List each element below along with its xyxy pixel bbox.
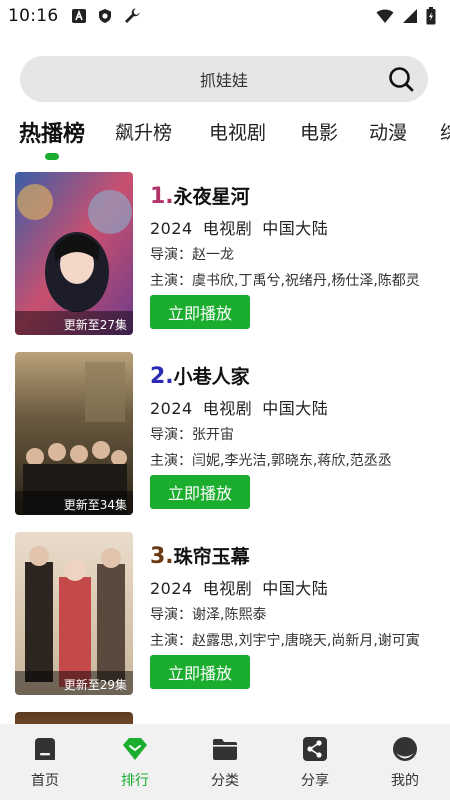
rank-number: 1.: [150, 184, 174, 209]
nav-profile[interactable]: 我的: [360, 724, 450, 800]
status-bar: 10:16: [0, 0, 450, 32]
play-now-button[interactable]: 立即播放: [150, 655, 250, 689]
region: 中国大陆: [262, 579, 329, 598]
region: 中国大陆: [262, 399, 329, 418]
director: 导演：谢泽,陈熙泰: [150, 607, 267, 623]
year: 2024: [150, 579, 193, 598]
episode-badge: 更新至34集: [15, 491, 133, 515]
poster-image[interactable]: 更新至34集: [15, 352, 133, 515]
title-text[interactable]: 永夜星河: [174, 186, 250, 208]
profile-icon: [393, 737, 417, 761]
title-text[interactable]: 小巷人家: [174, 366, 250, 388]
nav-label: 分类: [211, 773, 239, 789]
item-title[interactable]: 1.永夜星河: [150, 182, 250, 209]
folder-icon: [213, 739, 237, 760]
home-icon: [35, 738, 55, 760]
list-item[interactable]: 更新至27集 1.永夜星河 2024 电视剧 中国大陆 导演：赵一龙 主演：虞书欣,…: [0, 172, 450, 336]
tab-indicator: [45, 153, 59, 160]
list-item[interactable]: 更新至29集 3.珠帘玉幕 2024 电视剧 中国大陆 导演：谢泽,陈熙泰 主演：赵…: [0, 532, 450, 696]
search-icon[interactable]: [388, 66, 414, 92]
search-bar[interactable]: 抓娃娃: [20, 56, 428, 102]
poster-image[interactable]: 更新至29集: [15, 532, 133, 695]
shield-icon: [98, 9, 111, 23]
play-now-button[interactable]: 立即播放: [150, 295, 250, 329]
type: 电视剧: [202, 399, 253, 418]
nav-home[interactable]: 首页: [0, 724, 90, 800]
director: 导演：赵一龙: [150, 247, 234, 263]
battery-icon: [426, 7, 436, 25]
ranking-diamond-icon: [123, 738, 147, 760]
wifi-icon: [376, 9, 394, 23]
share-icon: [303, 737, 327, 761]
play-now-button[interactable]: 立即播放: [150, 475, 250, 509]
episode-badge: 更新至27集: [15, 311, 133, 335]
nav-label: 首页: [31, 773, 59, 789]
tab-hot[interactable]: 热播榜: [19, 116, 85, 148]
category-tabs: 热播榜 飙升榜 电视剧 电影 动漫 综: [0, 112, 450, 164]
tab-tv-series[interactable]: 电视剧: [209, 118, 266, 145]
nav-label: 分享: [301, 773, 329, 789]
poster-image[interactable]: 更新至27集: [15, 172, 133, 335]
wrench-icon: [124, 8, 139, 23]
status-right-icons: [376, 7, 436, 25]
item-meta: 2024 电视剧 中国大陆: [150, 575, 338, 599]
cast: 主演：虞书欣,丁禹兮,祝绪丹,杨仕泽,陈都灵: [150, 273, 420, 289]
item-meta: 2024 电视剧 中国大陆: [150, 215, 338, 239]
status-left-icons: [71, 7, 141, 25]
nav-label: 我的: [391, 773, 419, 789]
cast: 主演：赵露思,刘宇宁,唐晓天,尚新月,谢可寅: [150, 633, 420, 649]
tab-movie[interactable]: 电影: [300, 118, 338, 145]
episode-badge: 更新至29集: [15, 671, 133, 695]
rank-number: 2.: [150, 364, 174, 389]
type: 电视剧: [202, 579, 253, 598]
nav-category[interactable]: 分类: [180, 724, 270, 800]
year: 2024: [150, 399, 193, 418]
region: 中国大陆: [262, 219, 329, 238]
nav-ranking[interactable]: 排行: [90, 724, 180, 800]
type: 电视剧: [202, 219, 253, 238]
nav-label: 排行: [121, 773, 149, 789]
text-a-icon: [71, 9, 86, 23]
tab-rising[interactable]: 飙升榜: [115, 118, 172, 145]
app-screen: 10:16 抓娃娃 热播榜 飙升榜 电视剧 电影 动漫 综 更新至27集 1.永…: [0, 0, 450, 800]
rank-number: 3.: [150, 544, 174, 569]
cast: 主演：闫妮,李光洁,郭晓东,蒋欣,范丞丞: [150, 453, 392, 469]
tab-variety[interactable]: 综: [440, 118, 450, 145]
search-text[interactable]: 抓娃娃: [200, 67, 248, 91]
item-meta: 2024 电视剧 中国大陆: [150, 395, 338, 419]
tab-anime[interactable]: 动漫: [369, 118, 407, 145]
title-text[interactable]: 珠帘玉幕: [174, 546, 250, 568]
signal-icon: [403, 9, 417, 23]
year: 2024: [150, 219, 193, 238]
director: 导演：张开宙: [150, 427, 234, 443]
item-title[interactable]: 2.小巷人家: [150, 362, 250, 389]
status-time: 10:16: [8, 6, 59, 26]
bottom-nav: 首页 排行 分类 分享 我的: [0, 724, 450, 800]
item-title[interactable]: 3.珠帘玉幕: [150, 542, 250, 569]
list-item[interactable]: 更新至34集 2.小巷人家 2024 电视剧 中国大陆 导演：张开宙 主演：闫妮,李…: [0, 352, 450, 516]
nav-share[interactable]: 分享: [270, 724, 360, 800]
